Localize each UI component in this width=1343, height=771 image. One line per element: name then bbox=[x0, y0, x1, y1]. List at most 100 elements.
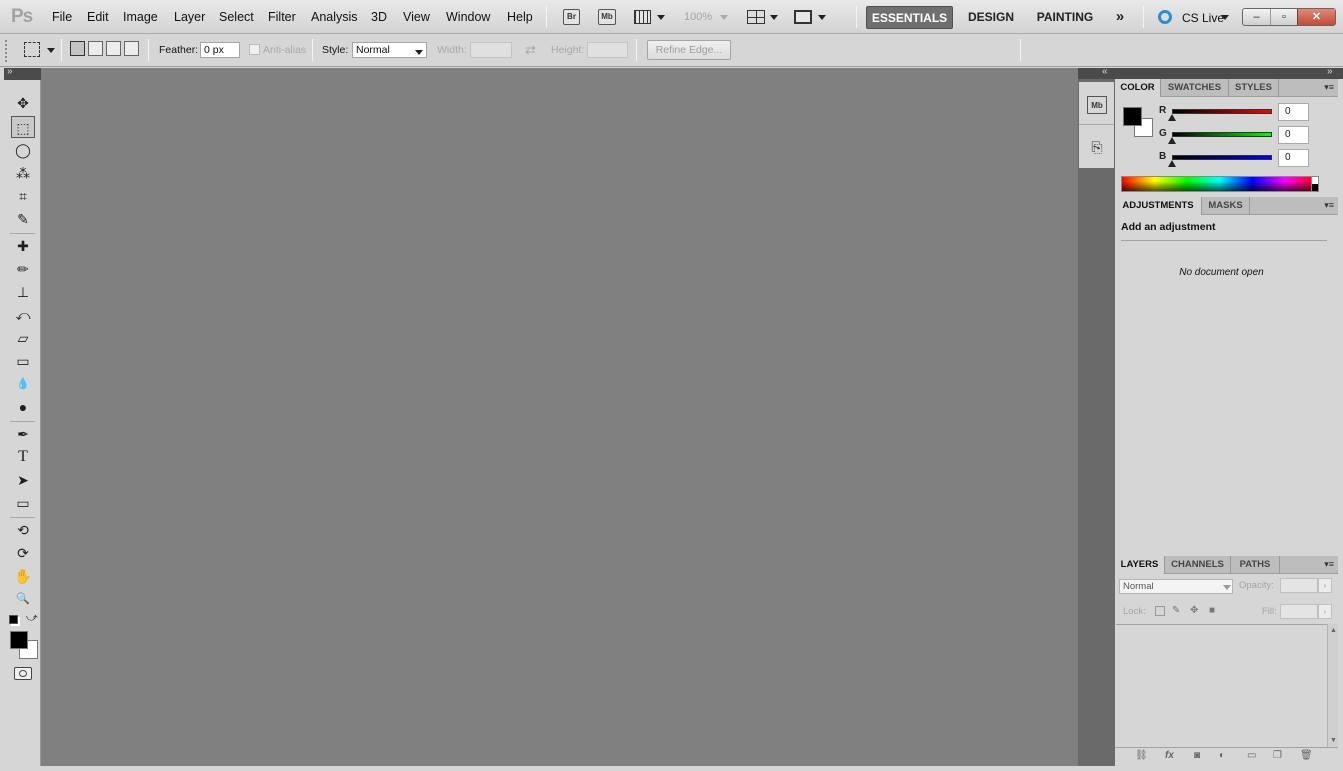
blend-mode-select[interactable]: Normal bbox=[1119, 579, 1233, 594]
tool-preset-picker[interactable] bbox=[24, 42, 40, 57]
menu-edit[interactable]: Edit bbox=[87, 10, 109, 24]
blend-mode-dropdown-icon[interactable] bbox=[1223, 585, 1231, 590]
history-brush-tool-icon[interactable]: ⤺ bbox=[11, 304, 35, 326]
tab-adjustments[interactable]: ADJUSTMENTS bbox=[1115, 197, 1202, 215]
intersect-selection-icon[interactable] bbox=[124, 41, 139, 56]
tab-channels[interactable]: CHANNELS bbox=[1165, 556, 1231, 574]
tab-swatches[interactable]: SWATCHES bbox=[1161, 79, 1229, 97]
fx-icon[interactable]: fx bbox=[1165, 750, 1174, 761]
new-group-icon[interactable]: ▭ bbox=[1247, 750, 1256, 761]
minimize-button[interactable]: – bbox=[1243, 9, 1270, 25]
extras-button[interactable] bbox=[634, 10, 651, 24]
3d-rotate-tool-icon[interactable]: ⟲ bbox=[11, 519, 35, 541]
tab-styles[interactable]: STYLES bbox=[1229, 79, 1279, 97]
bridge-button[interactable]: Br bbox=[563, 9, 580, 25]
style-dropdown-icon[interactable] bbox=[415, 50, 423, 55]
quick-mask-icon[interactable] bbox=[14, 667, 32, 680]
blue-slider[interactable] bbox=[1172, 155, 1272, 160]
red-value-input[interactable]: 0 bbox=[1278, 103, 1309, 121]
type-tool-icon[interactable]: T bbox=[11, 446, 35, 468]
red-slider-thumb[interactable] bbox=[1168, 114, 1176, 121]
gradient-tool-icon[interactable]: ▭ bbox=[11, 350, 35, 372]
menu-image[interactable]: Image bbox=[123, 10, 158, 24]
tab-layers[interactable]: LAYERS bbox=[1115, 556, 1165, 574]
color-spectrum-bar[interactable] bbox=[1121, 176, 1318, 192]
lasso-tool-icon[interactable]: ◯ bbox=[11, 139, 35, 161]
clone-stamp-tool-icon[interactable]: ⊥ bbox=[11, 281, 35, 303]
adjustments-panel-menu-icon[interactable]: ▾≡ bbox=[1324, 200, 1334, 211]
workspace-essentials[interactable]: ESSENTIALS bbox=[866, 6, 953, 29]
default-colors-icon[interactable] bbox=[9, 615, 18, 624]
add-mask-icon[interactable]: ◙ bbox=[1194, 750, 1200, 761]
layers-list[interactable] bbox=[1116, 624, 1327, 747]
green-slider[interactable] bbox=[1172, 132, 1272, 137]
adjustment-layer-icon[interactable]: ◐ bbox=[1219, 750, 1225, 761]
black-white-ramp[interactable] bbox=[1311, 176, 1319, 192]
path-selection-tool-icon[interactable]: ➤ bbox=[11, 469, 35, 491]
move-tool-icon[interactable]: ✥ bbox=[11, 92, 35, 114]
scroll-down-icon[interactable]: ▼ bbox=[1330, 737, 1337, 744]
tool-preset-dropdown-icon[interactable] bbox=[47, 48, 55, 53]
foreground-color-swatch[interactable] bbox=[10, 631, 28, 649]
menu-select[interactable]: Select bbox=[219, 10, 254, 24]
arrange-dropdown-icon[interactable] bbox=[770, 15, 778, 20]
delete-layer-icon[interactable]: 🗑 bbox=[1300, 750, 1313, 761]
workspace-painting[interactable]: PAINTING bbox=[1030, 6, 1100, 29]
eraser-tool-icon[interactable]: ▱ bbox=[11, 327, 35, 349]
link-layers-icon[interactable]: ⛓ bbox=[1135, 750, 1148, 761]
menu-filter[interactable]: Filter bbox=[268, 10, 296, 24]
subtract-from-selection-icon[interactable] bbox=[106, 41, 121, 56]
eyedropper-tool-icon[interactable]: ✎ bbox=[11, 208, 35, 230]
new-selection-icon[interactable] bbox=[70, 41, 85, 56]
cs-live-menu[interactable]: CS Live bbox=[1182, 11, 1224, 25]
collapse-panels-icon[interactable]: » bbox=[1327, 66, 1333, 77]
rectangle-shape-tool-icon[interactable]: ▭ bbox=[11, 492, 35, 514]
blue-value-input[interactable]: 0 bbox=[1278, 149, 1309, 167]
mini-bridge-button[interactable]: Mb bbox=[598, 9, 616, 25]
restore-button[interactable]: ▫ bbox=[1270, 9, 1297, 25]
menu-help[interactable]: Help bbox=[507, 10, 533, 24]
cs-live-icon[interactable] bbox=[1158, 10, 1172, 24]
add-to-selection-icon[interactable] bbox=[88, 41, 103, 56]
close-button[interactable]: ✕ bbox=[1297, 9, 1335, 25]
menu-file[interactable]: File bbox=[52, 10, 72, 24]
blur-tool-icon[interactable]: 💧 bbox=[11, 373, 35, 395]
color-panel-menu-icon[interactable]: ▾≡ bbox=[1324, 82, 1334, 93]
red-slider[interactable] bbox=[1172, 109, 1272, 114]
quick-selection-tool-icon[interactable]: ⁂ bbox=[11, 162, 35, 184]
mini-bridge-panel-icon[interactable]: Mb bbox=[1087, 96, 1107, 114]
tab-masks[interactable]: MASKS bbox=[1202, 197, 1250, 215]
layers-scrollbar[interactable]: ▲ ▼ bbox=[1327, 624, 1338, 747]
menu-3d[interactable]: 3D bbox=[371, 10, 387, 24]
tab-paths[interactable]: PATHS bbox=[1231, 556, 1280, 574]
more-workspaces-icon[interactable]: » bbox=[1110, 6, 1130, 29]
history-panel-icon[interactable]: ⎘ bbox=[1087, 139, 1107, 157]
blue-slider-thumb[interactable] bbox=[1168, 160, 1176, 167]
screen-mode-icon[interactable] bbox=[794, 10, 812, 24]
3d-orbit-tool-icon[interactable]: ⟳ bbox=[11, 542, 35, 564]
green-value-input[interactable]: 0 bbox=[1278, 126, 1309, 144]
scroll-up-icon[interactable]: ▲ bbox=[1330, 627, 1337, 634]
document-canvas-area[interactable] bbox=[41, 68, 1078, 766]
screen-mode-dropdown-icon[interactable] bbox=[818, 15, 826, 20]
tab-color[interactable]: COLOR bbox=[1115, 79, 1161, 97]
expand-tools-icon[interactable]: » bbox=[7, 66, 13, 77]
rectangular-marquee-tool-icon[interactable]: ⬚ bbox=[11, 116, 35, 138]
crop-tool-icon[interactable]: ⌗ bbox=[11, 185, 35, 207]
menu-window[interactable]: Window bbox=[446, 10, 490, 24]
feather-input[interactable]: 0 px bbox=[200, 42, 240, 58]
arrange-documents-icon[interactable] bbox=[747, 10, 765, 24]
menu-layer[interactable]: Layer bbox=[174, 10, 205, 24]
workspace-design[interactable]: DESIGN bbox=[962, 6, 1020, 29]
menu-analysis[interactable]: Analysis bbox=[311, 10, 358, 24]
pen-tool-icon[interactable]: ✒ bbox=[11, 423, 35, 445]
hand-tool-icon[interactable]: ✋ bbox=[11, 565, 35, 587]
extras-dropdown-icon[interactable] bbox=[657, 15, 665, 20]
options-bar-grip[interactable] bbox=[5, 40, 9, 62]
new-layer-icon[interactable]: ❐ bbox=[1273, 750, 1282, 761]
green-slider-thumb[interactable] bbox=[1168, 137, 1176, 144]
layers-panel-menu-icon[interactable]: ▾≡ bbox=[1324, 559, 1334, 570]
zoom-tool-icon[interactable]: 🔍 bbox=[11, 588, 35, 610]
dodge-tool-icon[interactable]: ● bbox=[11, 396, 35, 418]
collapse-dock-icon[interactable]: « bbox=[1102, 66, 1108, 77]
